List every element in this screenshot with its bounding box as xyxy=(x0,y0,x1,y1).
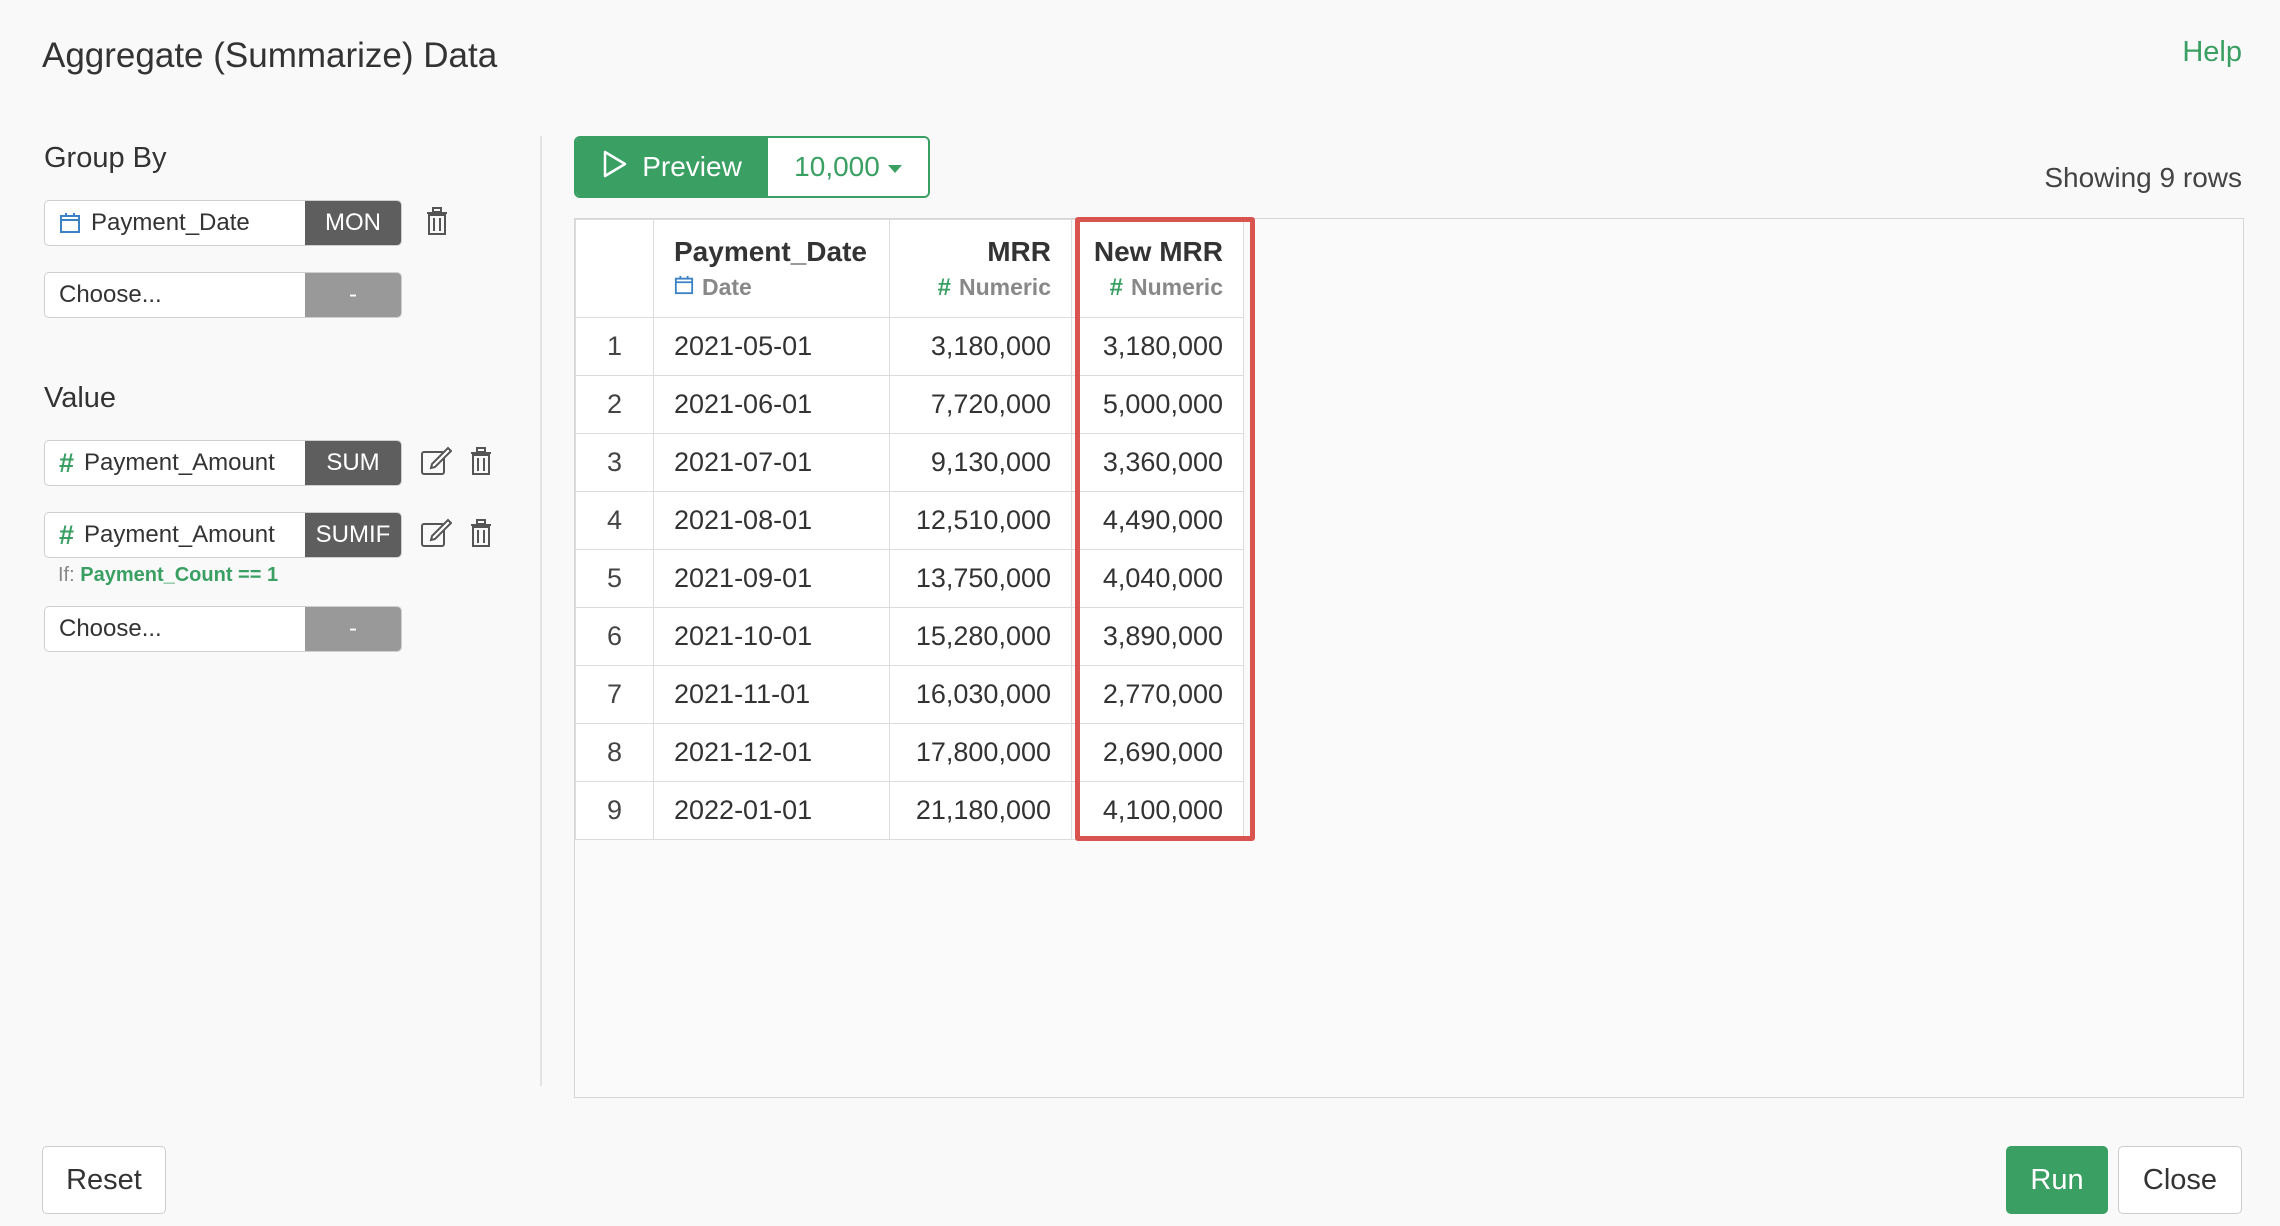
group-by-choose-select[interactable]: Choose... - xyxy=(44,272,402,318)
hash-icon: # xyxy=(1109,273,1123,301)
group-by-function-tag[interactable]: MON xyxy=(305,201,401,245)
table-row: 2 2021-06-01 7,720,000 5,000,000 xyxy=(575,375,1244,434)
row-index-cell: 2 xyxy=(575,375,654,434)
row-index-cell: 6 xyxy=(575,607,654,666)
mrr-cell[interactable]: 7,720,000 xyxy=(889,375,1072,434)
panel-divider xyxy=(540,136,542,1086)
table-row: 3 2021-07-01 9,130,000 3,360,000 xyxy=(575,433,1244,492)
mrr-cell[interactable]: 13,750,000 xyxy=(889,549,1072,608)
new-mrr-cell[interactable]: 2,770,000 xyxy=(1071,665,1244,724)
new-mrr-cell[interactable]: 4,100,000 xyxy=(1071,781,1244,840)
value-field-name: Payment_Amount xyxy=(84,449,275,476)
preview-table: Payment_Date Date MRR # Numeric New MRR … xyxy=(575,219,1244,840)
trash-icon[interactable] xyxy=(424,206,450,241)
value-field-name: Payment_Amount xyxy=(84,521,275,548)
preview-grid: Payment_Date Date MRR # Numeric New MRR … xyxy=(574,217,2244,1098)
row-index-cell: 1 xyxy=(575,317,654,376)
table-row: 7 2021-11-01 16,030,000 2,770,000 xyxy=(575,665,1244,724)
row-index-header xyxy=(575,219,654,318)
dialog-title: Aggregate (Summarize) Data xyxy=(42,36,498,75)
payment-date-cell[interactable]: 2021-09-01 xyxy=(653,549,890,608)
run-button[interactable]: Run xyxy=(2006,1146,2108,1214)
row-index-cell: 9 xyxy=(575,781,654,840)
value-label: Value xyxy=(44,382,117,414)
mrr-cell[interactable]: 17,800,000 xyxy=(889,723,1072,782)
new-mrr-cell[interactable]: 4,490,000 xyxy=(1071,491,1244,550)
group-by-field-name: Payment_Date xyxy=(91,209,250,236)
table-row: 4 2021-08-01 12,510,000 4,490,000 xyxy=(575,491,1244,550)
new-mrr-cell[interactable]: 4,040,000 xyxy=(1071,549,1244,608)
close-button[interactable]: Close xyxy=(2118,1146,2242,1214)
mrr-cell[interactable]: 15,280,000 xyxy=(889,607,1072,666)
group-by-pill-payment-date[interactable]: Payment_Date MON xyxy=(44,200,402,246)
row-index-cell: 7 xyxy=(575,665,654,724)
table-row: 8 2021-12-01 17,800,000 2,690,000 xyxy=(575,723,1244,782)
sumif-condition: If: Payment_Count == 1 xyxy=(58,564,279,586)
calendar-icon xyxy=(674,274,694,301)
mrr-cell[interactable]: 9,130,000 xyxy=(889,433,1072,492)
table-row: 6 2021-10-01 15,280,000 3,890,000 xyxy=(575,607,1244,666)
column-header-payment-date[interactable]: Payment_Date Date xyxy=(653,219,890,318)
sumif-condition-expression[interactable]: Payment_Count == 1 xyxy=(80,564,278,586)
play-icon xyxy=(602,150,628,185)
table-row: 5 2021-09-01 13,750,000 4,040,000 xyxy=(575,549,1244,608)
value-function-tag[interactable]: SUMIF xyxy=(305,513,401,557)
mrr-cell[interactable]: 3,180,000 xyxy=(889,317,1072,376)
new-mrr-cell[interactable]: 3,890,000 xyxy=(1071,607,1244,666)
group-by-label: Group By xyxy=(44,142,167,174)
value-pill-sum[interactable]: # Payment_Amount SUM xyxy=(44,440,402,486)
new-mrr-cell[interactable]: 3,180,000 xyxy=(1071,317,1244,376)
payment-date-cell[interactable]: 2021-11-01 xyxy=(653,665,890,724)
row-index-cell: 5 xyxy=(575,549,654,608)
payment-date-cell[interactable]: 2021-05-01 xyxy=(653,317,890,376)
value-choose-select[interactable]: Choose... - xyxy=(44,606,402,652)
hash-icon: # xyxy=(59,519,75,550)
payment-date-cell[interactable]: 2021-08-01 xyxy=(653,491,890,550)
row-index-cell: 4 xyxy=(575,491,654,550)
row-index-cell: 8 xyxy=(575,723,654,782)
edit-icon[interactable] xyxy=(420,518,453,553)
reset-button[interactable]: Reset xyxy=(42,1146,166,1214)
mrr-cell[interactable]: 21,180,000 xyxy=(889,781,1072,840)
value-pill-sumif[interactable]: # Payment_Amount SUMIF xyxy=(44,512,402,558)
hash-icon: # xyxy=(59,447,75,478)
column-header-new-mrr[interactable]: New MRR # Numeric xyxy=(1071,219,1244,318)
trash-icon[interactable] xyxy=(468,518,494,553)
table-row: 9 2022-01-01 21,180,000 4,100,000 xyxy=(575,781,1244,840)
new-mrr-cell[interactable]: 2,690,000 xyxy=(1071,723,1244,782)
payment-date-cell[interactable]: 2021-10-01 xyxy=(653,607,890,666)
caret-down-icon xyxy=(887,165,902,173)
help-link[interactable]: Help xyxy=(2182,36,2242,69)
trash-icon[interactable] xyxy=(468,446,494,481)
hash-icon: # xyxy=(937,273,951,301)
value-function-tag[interactable]: SUM xyxy=(305,441,401,485)
payment-date-cell[interactable]: 2021-12-01 xyxy=(653,723,890,782)
edit-icon[interactable] xyxy=(420,446,453,481)
table-row: 1 2021-05-01 3,180,000 3,180,000 xyxy=(575,317,1244,376)
row-index-cell: 3 xyxy=(575,433,654,492)
new-mrr-cell[interactable]: 3,360,000 xyxy=(1071,433,1244,492)
payment-date-cell[interactable]: 2021-07-01 xyxy=(653,433,890,492)
preview-button[interactable]: Preview xyxy=(576,138,768,196)
mrr-cell[interactable]: 12,510,000 xyxy=(889,491,1072,550)
preview-button-group: Preview 10,000 xyxy=(574,136,930,198)
row-count-dropdown[interactable]: 10,000 xyxy=(768,138,928,196)
calendar-icon xyxy=(59,212,81,234)
mrr-cell[interactable]: 16,030,000 xyxy=(889,665,1072,724)
payment-date-cell[interactable]: 2021-06-01 xyxy=(653,375,890,434)
payment-date-cell[interactable]: 2022-01-01 xyxy=(653,781,890,840)
showing-rows-text: Showing 9 rows xyxy=(2044,162,2242,193)
new-mrr-cell[interactable]: 5,000,000 xyxy=(1071,375,1244,434)
column-header-mrr[interactable]: MRR # Numeric xyxy=(889,219,1072,318)
